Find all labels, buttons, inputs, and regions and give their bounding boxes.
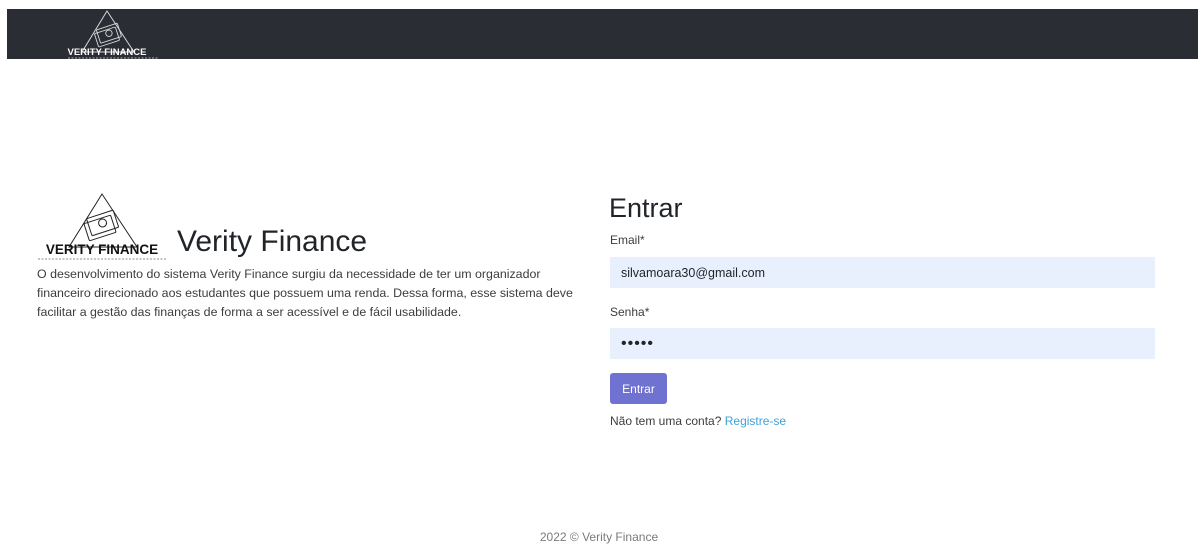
- register-prompt-text: Não tem uma conta?: [610, 414, 722, 428]
- hero-logo-text: VERITY FINANCE: [46, 242, 158, 257]
- email-field[interactable]: [610, 257, 1155, 288]
- top-navbar: VERITY FINANCE: [7, 9, 1198, 59]
- email-label: Email*: [610, 233, 645, 247]
- hero-description: O desenvolvimento do sistema Verity Fina…: [37, 267, 573, 319]
- password-label: Senha*: [610, 305, 650, 319]
- hero-logo: VERITY FINANCE: [36, 190, 168, 260]
- navbar-brand-logo[interactable]: VERITY FINANCE: [62, 9, 160, 59]
- brand-logo-text: VERITY FINANCE: [67, 47, 146, 58]
- login-submit-button[interactable]: Entrar: [610, 373, 667, 404]
- verity-finance-logo-icon: VERITY FINANCE: [38, 193, 166, 260]
- brand-logo-icon: VERITY FINANCE: [67, 10, 158, 59]
- footer-copyright: 2022 © Verity Finance: [539, 530, 659, 544]
- login-title: Entrar: [609, 193, 683, 223]
- password-field[interactable]: [610, 328, 1155, 359]
- register-prompt-line: Não tem uma conta? Registre-se: [610, 414, 786, 428]
- register-link[interactable]: Registre-se: [725, 414, 786, 428]
- hero-title: Verity Finance: [177, 225, 368, 258]
